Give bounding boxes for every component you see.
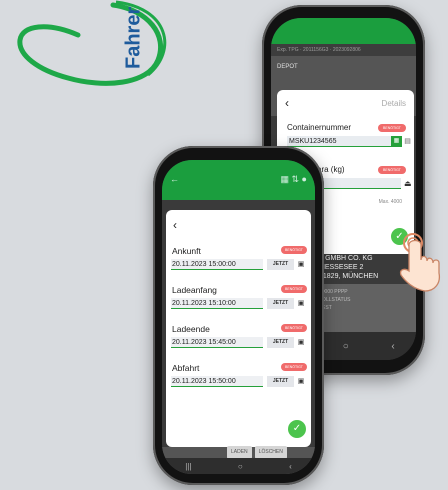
address-line: 81829, MÜNCHEN (319, 273, 379, 280)
calendar-icon[interactable]: ▣ (296, 376, 306, 387)
back-icon[interactable]: ‹ (391, 341, 394, 352)
container-number-label: Containernummer (287, 123, 352, 132)
required-badge: BENÖTIGT (281, 324, 307, 332)
calendar-icon[interactable]: ▣ (296, 337, 306, 348)
arrival-now-button[interactable]: JETZT (267, 259, 294, 270)
tapping-finger-icon (399, 233, 441, 292)
departure-label: Abfahrt (172, 363, 200, 373)
departure-time-field[interactable]: 20.11.2023 15:50:00 (171, 376, 263, 387)
info-line: 20000 PPPP (319, 289, 348, 295)
required-badge: BENÖTIGT (378, 124, 406, 132)
required-badge: BENÖTIGT (378, 166, 406, 174)
back-header (271, 18, 416, 44)
calendar-icon[interactable]: ▣ (296, 298, 306, 309)
container-number-field[interactable]: MSKU1234565 (287, 136, 401, 147)
front-android-nav: ||| ○ ‹ (162, 458, 315, 474)
menu-back-icon[interactable]: ← (170, 174, 179, 184)
arrival-time-field[interactable]: 20.11.2023 15:00:00 (171, 259, 263, 270)
recent-apps-icon[interactable]: ||| (185, 462, 191, 471)
address-line: T GMBH CO. KG (319, 255, 373, 262)
home-icon[interactable]: ○ (343, 341, 349, 352)
required-badge: BENÖTIGT (281, 285, 307, 293)
front-phone-screen: ← ▦ ⇅ ● ‹ Ankunft BENÖTIGT 20.11.2023 15… (162, 160, 315, 474)
home-icon[interactable]: ○ (238, 462, 243, 471)
logo-swoosh-icon (17, 0, 167, 86)
keyboard-icon[interactable]: ▤ (403, 136, 412, 147)
front-toolbar: ← ▦ ⇅ ● (162, 170, 315, 188)
back-status-text: Exp. TPG · 2011156G3 · 2023092806 (271, 44, 416, 56)
departure-now-button[interactable]: JETZT (267, 376, 294, 387)
address-line: MESSESEE 2 (319, 264, 364, 271)
load-start-label: Ladeanfang (172, 285, 217, 295)
weight-icon: ⏏ (404, 179, 412, 188)
calendar-icon[interactable]: ▣ (296, 259, 306, 270)
load-end-now-button[interactable]: JETZT (267, 337, 294, 348)
load-end-label: Ladeende (172, 324, 210, 334)
toolbar-icons[interactable]: ▦ ⇅ ● (281, 174, 307, 185)
load-start-now-button[interactable]: JETZT (267, 298, 294, 309)
required-badge: BENÖTIGT (281, 246, 307, 254)
max-weight-label: Max. 4000 (378, 199, 402, 205)
confirm-check-button[interactable]: ✓ (288, 420, 306, 438)
info-line: ZOLLSTATUS (319, 297, 351, 303)
back-icon[interactable]: ‹ (289, 462, 292, 471)
logo-text: Fahrer (122, 6, 145, 70)
back-arrow-icon[interactable]: ‹ (285, 96, 289, 110)
back-arrow-icon[interactable]: ‹ (173, 218, 177, 232)
timestamps-card: ‹ Ankunft BENÖTIGT 20.11.2023 15:00:00 J… (166, 210, 311, 447)
info-line: TEST (319, 305, 332, 311)
load-end-time-field[interactable]: 20.11.2023 15:45:00 (171, 337, 263, 348)
barcode-scan-icon[interactable]: ▦ (391, 136, 402, 147)
front-phone: ← ▦ ⇅ ● ‹ Ankunft BENÖTIGT 20.11.2023 15… (153, 146, 324, 485)
details-label: Details (381, 99, 406, 108)
load-start-time-field[interactable]: 20.11.2023 15:10:00 (171, 298, 263, 309)
address-block: T GMBH CO. KG MESSESEE 2 81829, MÜNCHEN (319, 254, 378, 281)
arrival-label: Ankunft (172, 246, 201, 256)
required-badge: BENÖTIGT (281, 363, 307, 371)
